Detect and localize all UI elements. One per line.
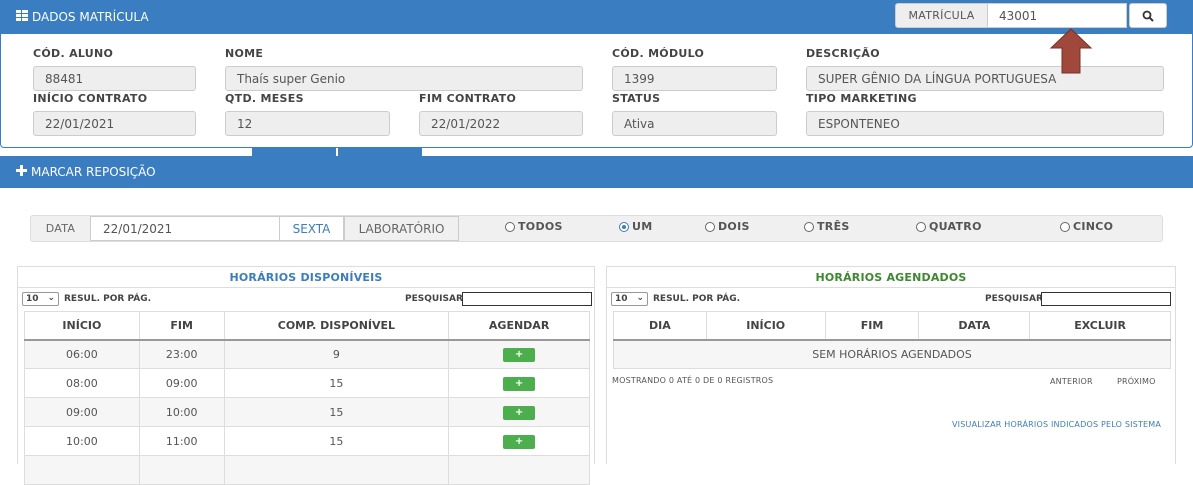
radio-circle <box>505 221 515 232</box>
cod-aluno-label: CÓD. ALUNO <box>33 47 114 60</box>
column-header[interactable]: COMP. DISPONÍVEL <box>223 311 450 341</box>
horarios-agendados-panel: HORÁRIOS AGENDADOS 10 ⌄ RESUL. POR PÁG. P… <box>606 266 1176 464</box>
page-size-select[interactable]: 10 ⌄ <box>611 292 648 306</box>
pagination-previous[interactable]: ANTERIOR <box>1050 377 1093 386</box>
view-suggested-schedules-link[interactable]: VISUALIZAR HORÁRIOS INDICADOS PELO SISTE… <box>952 420 1161 429</box>
descricao-label: DESCRIÇÃO <box>806 47 880 60</box>
laboratorio-label: LABORATÓRIO <box>344 216 459 241</box>
fim-contrato-label: FIM CONTRATO <box>419 92 517 105</box>
horarios-agendados-title: HORÁRIOS AGENDADOS <box>607 267 1175 288</box>
search-input[interactable] <box>1041 292 1171 306</box>
column-header[interactable]: DATA <box>918 311 1031 341</box>
radio-todos[interactable]: TODOS <box>505 220 563 233</box>
chevron-down-icon: ⌄ <box>47 293 55 303</box>
radio-tres[interactable]: TRÊS <box>804 220 850 233</box>
reposicao-filter-bar: DATA 22/01/2021 SEXTA LABORATÓRIO TODOS … <box>30 215 1163 242</box>
status-label: STATUS <box>612 92 661 105</box>
nome-label: NOME <box>225 47 264 60</box>
plus-icon <box>16 165 27 179</box>
table-controls: 10 ⌄ RESUL. POR PÁG. PESQUISAR <box>607 288 1175 310</box>
cod-modulo-label: CÓD. MÓDULO <box>612 47 705 60</box>
cod-modulo-field: 1399 <box>612 66 777 91</box>
matricula-label: MATRÍCULA <box>895 3 988 28</box>
add-schedule-button[interactable]: + <box>503 376 536 391</box>
column-header[interactable]: INÍCIO <box>24 311 140 341</box>
day-of-week: SEXTA <box>280 216 344 241</box>
radio-circle <box>916 221 926 232</box>
results-per-page-label: RESUL. POR PÁG. <box>653 294 741 304</box>
column-header[interactable]: AGENDAR <box>448 311 590 341</box>
horarios-agendados-table: DIA INÍCIO FIM DATA EXCLUIR SEM HORÁRIOS… <box>613 311 1171 369</box>
radio-quatro[interactable]: QUATRO <box>916 220 982 233</box>
table-row: 10:00 11:00 15 + <box>24 426 590 456</box>
radio-circle <box>1060 221 1070 232</box>
search-input[interactable] <box>462 292 592 306</box>
horarios-disponiveis-table: INÍCIO FIM COMP. DISPONÍVEL AGENDAR 06:0… <box>24 311 590 485</box>
search-label: PESQUISAR <box>985 294 1043 304</box>
add-schedule-button[interactable]: + <box>503 434 536 449</box>
tipo-marketing-label: TIPO MARKETING <box>806 92 917 105</box>
radio-dois[interactable]: DOIS <box>705 220 750 233</box>
column-header[interactable]: DIA <box>613 311 707 341</box>
radio-circle-selected <box>619 221 629 232</box>
add-schedule-button[interactable]: + <box>503 347 536 362</box>
results-per-page-label: RESUL. POR PÁG. <box>64 294 152 304</box>
matricula-input[interactable] <box>988 3 1127 28</box>
inicio-contrato-field: 22/01/2021 <box>33 111 196 136</box>
table-controls: 10 ⌄ RESUL. POR PÁG. PESQUISAR <box>18 288 594 310</box>
marcar-reposicao-header: MARCAR REPOSIÇÃO <box>0 156 1193 188</box>
data-label: DATA <box>45 222 76 235</box>
column-header[interactable]: FIM <box>138 311 225 341</box>
table-row <box>24 455 590 485</box>
search-icon <box>1142 10 1154 22</box>
nome-field: Thaís super Genio <box>225 66 583 91</box>
tab-peek <box>252 148 336 156</box>
status-field: Ativa <box>612 111 777 136</box>
marcar-reposicao-title: MARCAR REPOSIÇÃO <box>31 165 156 179</box>
table-row: 09:00 10:00 15 + <box>24 397 590 427</box>
horarios-disponiveis-title: HORÁRIOS DISPONÍVEIS <box>18 267 594 288</box>
radio-circle <box>705 221 715 232</box>
tipo-marketing-field: ESPONTENEO <box>806 111 1164 136</box>
inicio-contrato-label: INÍCIO CONTRATO <box>33 92 148 105</box>
matricula-search-group: MATRÍCULA <box>895 3 1167 28</box>
qtd-meses-label: QTD. MESES <box>225 92 304 105</box>
descricao-field: SUPER GÊNIO DA LÍNGUA PORTUGUESA <box>806 66 1164 91</box>
dados-matricula-panel: CÓD. ALUNO 88481 NOME Thaís super Genio … <box>0 34 1193 148</box>
chevron-down-icon: ⌄ <box>636 293 644 303</box>
grid-icon <box>16 10 28 24</box>
radio-um[interactable]: UM <box>619 220 652 233</box>
column-header[interactable]: EXCLUIR <box>1029 311 1171 341</box>
qtd-meses-field: 12 <box>225 111 390 136</box>
radio-circle <box>804 221 814 232</box>
matricula-search-button[interactable] <box>1129 3 1167 28</box>
add-schedule-button[interactable]: + <box>503 405 536 420</box>
search-label: PESQUISAR <box>405 294 463 304</box>
empty-message: SEM HORÁRIOS AGENDADOS <box>613 339 1171 369</box>
pagination-next[interactable]: PRÓXIMO <box>1117 377 1156 386</box>
table-row-empty: SEM HORÁRIOS AGENDADOS <box>613 339 1171 369</box>
dados-matricula-title: DADOS MATRÍCULA <box>32 10 149 24</box>
horarios-disponiveis-panel: HORÁRIOS DISPONÍVEIS 10 ⌄ RESUL. POR PÁG.… <box>17 266 595 485</box>
column-header[interactable]: FIM <box>824 311 920 341</box>
data-input[interactable]: 22/01/2021 <box>90 216 280 241</box>
radio-cinco[interactable]: CINCO <box>1060 220 1113 233</box>
column-header[interactable]: INÍCIO <box>705 311 826 341</box>
annotation-arrow-icon <box>1049 28 1093 74</box>
table-row: 08:00 09:00 15 + <box>24 368 590 398</box>
table-row: 06:00 23:00 9 + <box>24 339 590 369</box>
fim-contrato-field: 22/01/2022 <box>419 111 583 136</box>
page-size-select[interactable]: 10 ⌄ <box>22 292 59 306</box>
records-info: MOSTRANDO 0 ATÉ 0 DE 0 REGISTROS <box>612 376 774 385</box>
cod-aluno-field: 88481 <box>33 66 196 91</box>
tab-peek <box>338 148 422 156</box>
